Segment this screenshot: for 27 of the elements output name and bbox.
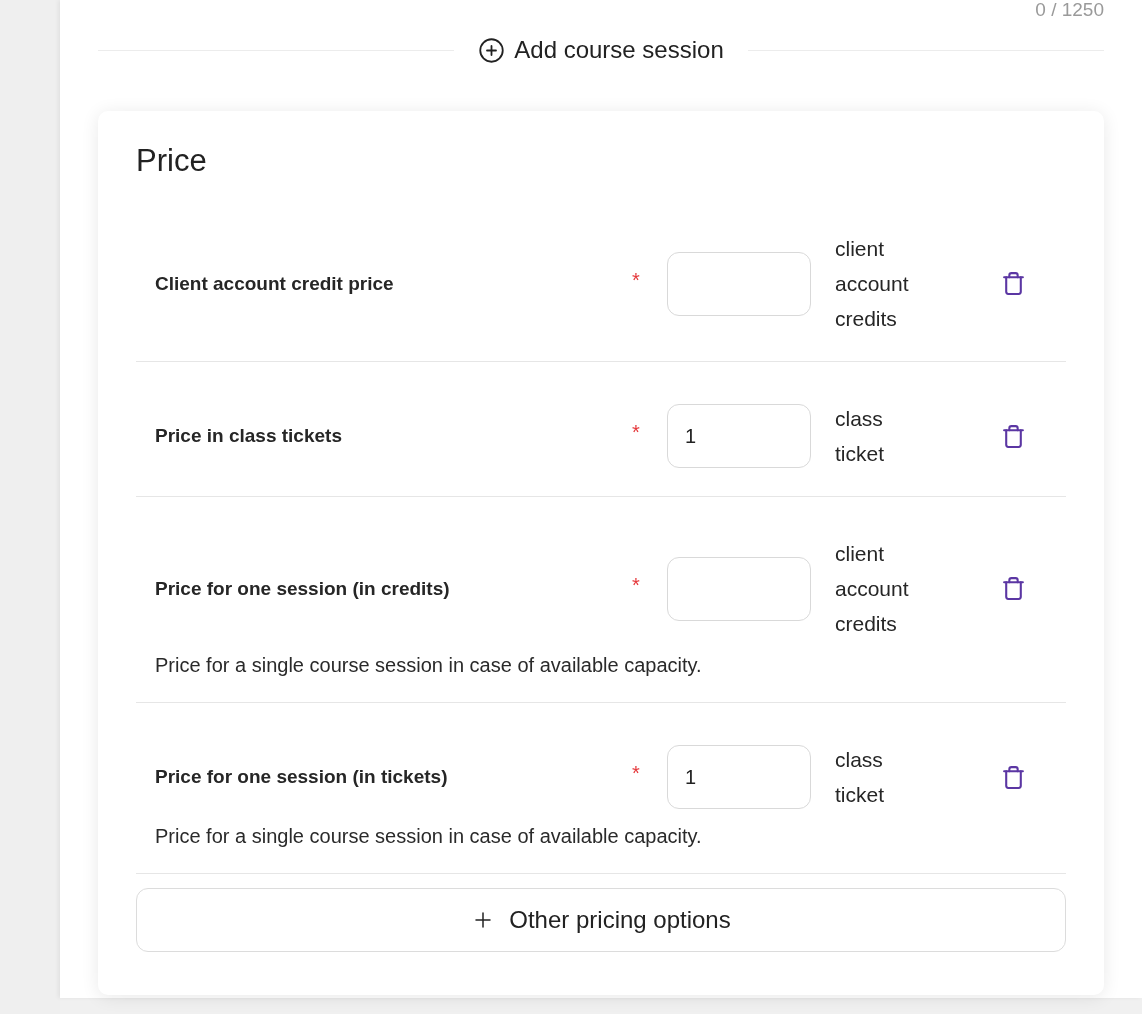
circle-plus-icon [478,36,506,64]
price-input[interactable]: 1 [667,404,811,468]
unit-label: client account credits [835,236,910,332]
unit-label: client account credits [835,541,910,637]
field-label: Price for one session (in tickets) [155,766,448,787]
price-input[interactable] [667,556,811,621]
field-label: Price for one session (in credits) [155,577,450,599]
field-label: Client account credit price [155,272,394,294]
add-session-button[interactable]: Add course session [478,35,724,65]
unit-label: class ticket [835,406,885,467]
field-description: Price for a single course session in case of available capacity. [155,824,703,848]
required-mark: * [631,422,641,442]
required-mark: * [631,574,641,595]
character-counter: 0 / 1250 [1035,0,1104,20]
trash-icon[interactable] [1001,576,1026,601]
trash-icon[interactable] [1001,423,1026,449]
required-mark: * [631,269,641,290]
price-input[interactable]: 1 [667,745,811,809]
field-description: Price for a single course session in case of available capacity. [155,653,703,677]
price-input[interactable] [667,251,811,316]
unit-label: class ticket [835,747,885,808]
required-mark: * [631,763,641,783]
trash-icon[interactable] [1001,271,1026,296]
field-label: Price in class tickets [155,425,342,446]
trash-icon[interactable] [1001,764,1026,790]
card-title: Price [136,142,207,180]
other-pricing-options-button[interactable]: Other pricing options [136,888,1066,952]
